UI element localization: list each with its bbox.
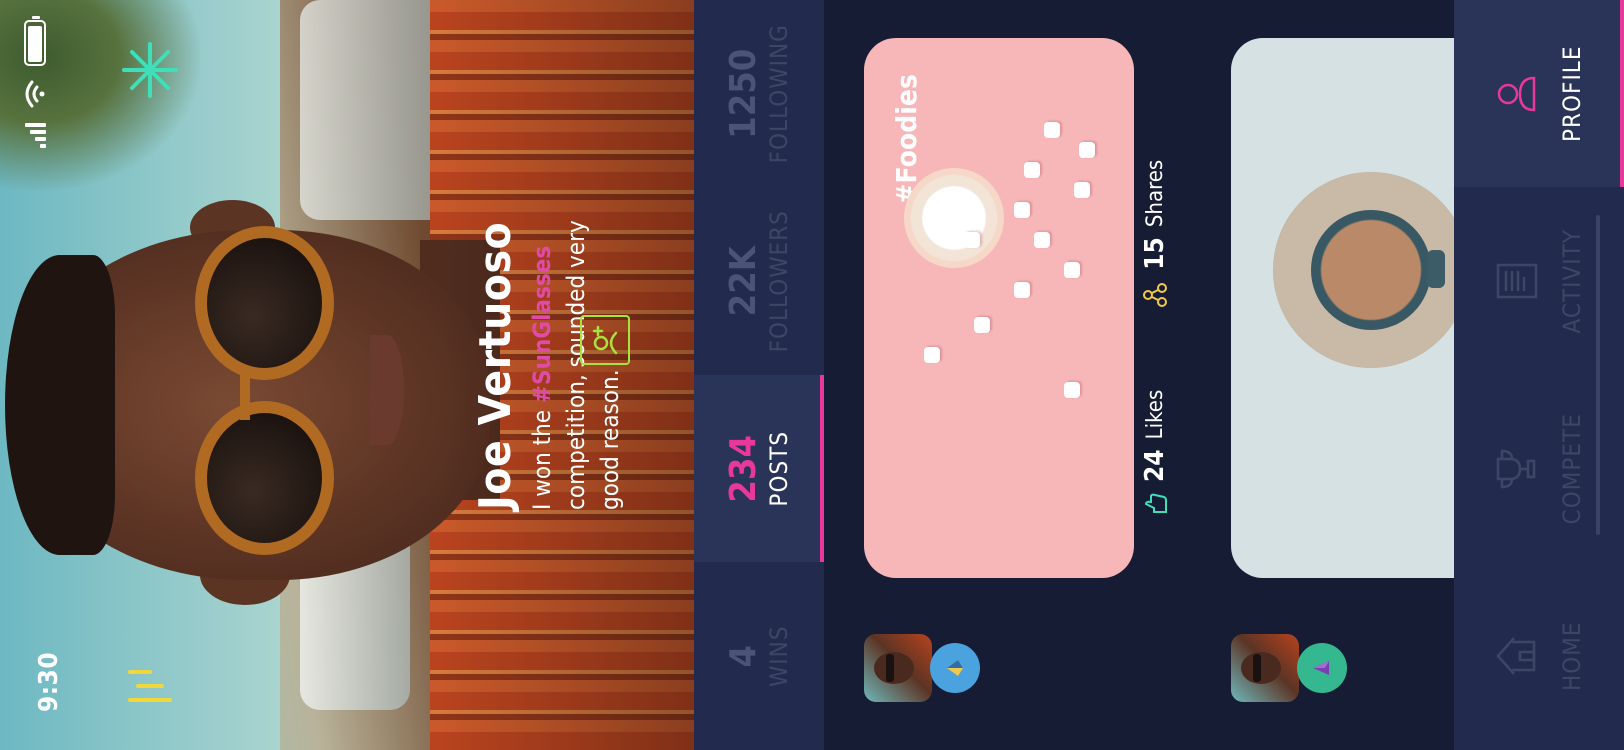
post-feed[interactable]: #Foodies 24 Likes 15 Shares (824, 0, 1501, 750)
marshmallow (1034, 232, 1050, 248)
post-image[interactable]: #Foodies (864, 38, 1134, 578)
shares-label: Shares (1142, 159, 1168, 228)
stat-label: POSTS (765, 430, 793, 507)
wifi-icon (24, 80, 46, 108)
sunglasses-lens (195, 401, 334, 555)
profile-name: Joe Vertuoso (470, 221, 521, 510)
spark-icon[interactable] (120, 654, 180, 714)
bio-hashtag[interactable]: #SunGlasses (528, 246, 556, 403)
marshmallow-bowl (904, 168, 1004, 268)
stat-following[interactable]: 1250 FOLLOWING (694, 0, 824, 188)
status-time: 9:30 (34, 651, 64, 712)
stat-label: FOLLOWERS (765, 210, 793, 353)
follow-button[interactable] (580, 315, 630, 365)
sunglasses-lens (195, 226, 334, 380)
post-actions: 24 Likes 15 Shares (1140, 160, 1170, 518)
profile-hero: 9:30 Joe Vertuoso I won the #SunGlasses … (0, 0, 694, 750)
avatar[interactable] (864, 634, 932, 702)
profile-icon (1497, 76, 1536, 112)
share-button[interactable]: 15 Shares (1140, 160, 1170, 310)
status-icons (24, 20, 46, 148)
trophy-icon (1496, 449, 1536, 489)
stat-value: 22K (723, 246, 764, 317)
nav-label: ACTIVITY (1558, 229, 1586, 334)
marshmallow (1024, 162, 1040, 178)
stat-wins[interactable]: 4 WINS (694, 563, 824, 750)
post-card: #Foodies 24 Likes 15 Shares (824, 0, 1170, 750)
category-badge-icon[interactable] (930, 643, 980, 693)
marshmallow (974, 317, 990, 333)
cup-handle (1427, 250, 1445, 288)
marshmallow (1014, 202, 1030, 218)
hair (5, 255, 115, 555)
marshmallow (1079, 142, 1095, 158)
marshmallow (964, 232, 980, 248)
activity-icon (1496, 264, 1538, 299)
signal-icon (24, 122, 46, 148)
sunglasses-bridge (240, 370, 250, 420)
parked-car (300, 0, 450, 220)
likes-label: Likes (1142, 389, 1168, 440)
phone-screen: 9:30 Joe Vertuoso I won the #SunGlasses … (0, 0, 1624, 750)
like-button[interactable]: 24 Likes (1140, 390, 1170, 518)
burst-icon[interactable] (120, 40, 180, 100)
stat-value: 4 (723, 644, 764, 668)
stat-followers[interactable]: 22K FOLLOWERS (694, 188, 824, 376)
nav-profile[interactable]: PROFILE (1454, 0, 1624, 188)
avatar[interactable] (1231, 634, 1299, 702)
marshmallow (1074, 182, 1090, 198)
marshmallow (924, 347, 940, 363)
home-icon (1496, 637, 1536, 676)
marshmallow (1014, 282, 1030, 298)
nav-label: HOME (1558, 621, 1586, 692)
add-user-icon (592, 325, 618, 355)
stat-posts[interactable]: 234 POSTS (694, 375, 824, 563)
profile-stats: 4 WINS 234 POSTS 22K FOLLOWERS 1250 FOLL… (694, 0, 824, 750)
shares-count: 15 (1140, 237, 1170, 270)
stat-value: 234 (723, 434, 764, 503)
nav-label: PROFILE (1558, 45, 1586, 142)
coffee-cup (1311, 210, 1431, 330)
battery-icon (24, 20, 46, 66)
scroll-indicator[interactable] (1596, 215, 1600, 535)
stat-label: WINS (765, 625, 793, 688)
category-badge-icon[interactable] (1297, 643, 1347, 693)
marshmallow (1064, 382, 1080, 398)
bio-prefix: I won the (528, 403, 556, 510)
nav-home[interactable]: HOME (1454, 563, 1624, 750)
stat-label: FOLLOWING (765, 24, 793, 164)
stat-value: 1250 (723, 48, 764, 139)
marshmallow (1044, 122, 1060, 138)
mouth (370, 335, 404, 445)
clap-icon (1144, 493, 1167, 513)
marshmallow (1064, 262, 1080, 278)
likes-count: 24 (1140, 449, 1170, 482)
app-stage: 9:30 Joe Vertuoso I won the #SunGlasses … (0, 0, 1624, 750)
nav-label: COMPETE (1558, 413, 1586, 525)
share-icon (1143, 282, 1167, 307)
bio-suffix: competition, sounded very good reason. (562, 220, 624, 510)
